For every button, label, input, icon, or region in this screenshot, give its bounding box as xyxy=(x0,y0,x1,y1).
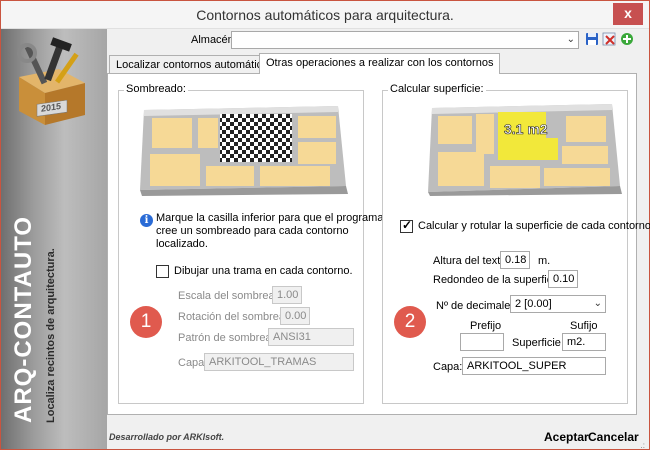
calculate-area-checkbox[interactable] xyxy=(400,218,413,233)
developer-credit: Desarrollado por ARKIsoft. xyxy=(109,432,225,442)
vertical-app-subtitle: Localiza recintos de arquitectura. xyxy=(45,248,57,423)
dialog-window: Contornos automáticos para arquitectura.… xyxy=(0,0,650,450)
prefix-input[interactable] xyxy=(460,333,504,351)
shading-group-title: Sombreado: xyxy=(124,83,188,95)
prefix-label: Prefijo xyxy=(470,320,502,332)
step-badge-2: 2 xyxy=(394,306,426,338)
step-badge-1: 1 xyxy=(130,306,162,338)
shading-info-line-3: localizado. xyxy=(156,238,208,250)
save-icon[interactable] xyxy=(585,32,599,46)
shading-info-line-2: cree un sombreado para cada contorno xyxy=(156,225,349,237)
toolbox-logo-icon: 2015 xyxy=(17,37,85,125)
calculate-area-label: Calcular y rotular la superficie de cada… xyxy=(418,220,650,232)
hatch-rotation-input[interactable]: 0.00 xyxy=(280,307,310,325)
branding-panel: 2015 ARQ-CONTAUTO Localiza recintos de a… xyxy=(1,29,107,449)
hatch-layer-input[interactable]: ARKITOOL_TRAMAS xyxy=(204,353,354,371)
almacen-select[interactable]: ⌄ xyxy=(231,31,579,49)
rounding-input[interactable]: 0.10 xyxy=(548,270,578,288)
tab-panel: Sombreado: i Marque la casilla inferior … xyxy=(107,73,650,415)
suffix-input[interactable]: m2. xyxy=(562,333,606,351)
hatch-pattern-input[interactable]: ANSI31 xyxy=(268,328,354,346)
text-height-unit: m. xyxy=(538,255,551,267)
info-icon: i xyxy=(140,214,153,227)
text-height-input[interactable]: 0.18 xyxy=(500,251,530,269)
shading-info-line-1: Marque la casilla inferior para que el p… xyxy=(156,212,384,224)
suffix-label: Sufijo xyxy=(570,320,598,332)
tab-otras-operaciones[interactable]: Otras operaciones a realizar con los con… xyxy=(259,53,501,74)
almacen-select-value xyxy=(232,32,240,48)
accept-button[interactable]: Aceptar xyxy=(544,430,589,444)
delete-icon[interactable] xyxy=(602,32,616,46)
chevron-down-icon: ⌄ xyxy=(566,34,575,45)
draw-hatch-checkbox[interactable] xyxy=(156,265,169,278)
chevron-down-icon: ⌄ xyxy=(593,298,602,309)
cancel-button[interactable]: Cancelar xyxy=(588,430,639,444)
shading-floorplan-illustration xyxy=(140,106,348,196)
surface-floorplan-illustration: 3.1 m2 xyxy=(428,104,622,196)
decimals-label: Nº de decimales: xyxy=(436,300,519,312)
title-bar: Contornos automáticos para arquitectura.… xyxy=(1,1,649,29)
vertical-app-title: ARQ-CONTAUTO xyxy=(10,215,37,423)
resize-grip-icon[interactable]: .: xyxy=(641,441,645,450)
almacen-label: Almacén xyxy=(191,34,234,46)
surface-layer-input[interactable]: ARKITOOL_SUPER xyxy=(462,357,606,375)
decimals-select-value: 2 [0.00] xyxy=(515,298,552,310)
superficie-label: Superficie xyxy=(512,337,561,349)
draw-hatch-label: Dibujar una trama en cada contorno. xyxy=(174,265,353,277)
text-height-label: Altura del texto: xyxy=(433,255,510,267)
hatch-scale-input[interactable]: 1.00 xyxy=(272,286,302,304)
add-icon[interactable] xyxy=(620,32,634,46)
window-title: Contornos automáticos para arquitectura. xyxy=(196,7,454,23)
rounding-label: Redondeo de la superficie: xyxy=(433,274,564,286)
room-area-label: 3.1 m2 xyxy=(504,121,548,137)
surface-layer-label: Capa: xyxy=(433,361,463,373)
hatch-layer-label: Capa: xyxy=(178,357,208,369)
decimals-select[interactable]: 2 [0.00] ⌄ xyxy=(510,295,606,313)
surface-group-title: Calcular superficie: xyxy=(388,83,486,95)
close-button[interactable]: x xyxy=(613,3,643,25)
